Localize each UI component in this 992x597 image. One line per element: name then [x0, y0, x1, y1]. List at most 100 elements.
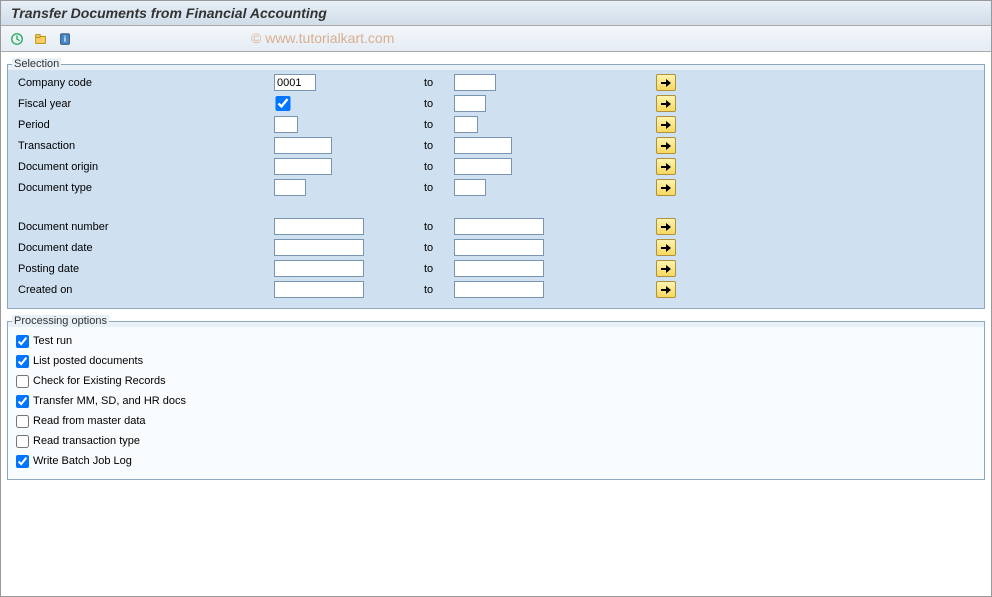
selection-to-input[interactable]: [454, 239, 544, 256]
to-label: to: [424, 119, 454, 131]
titlebar: Transfer Documents from Financial Accoun…: [1, 1, 991, 26]
selection-from-input[interactable]: [274, 281, 364, 298]
to-label: to: [424, 182, 454, 194]
multiple-selection-button[interactable]: [656, 260, 676, 277]
to-label: to: [424, 284, 454, 296]
selection-row: Fiscal yearto: [14, 93, 978, 114]
processing-group: Processing options Test run List posted d…: [7, 315, 985, 480]
info-icon: i: [58, 32, 72, 46]
watermark: © www.tutorialkart.com: [251, 30, 394, 46]
selection-legend: Selection: [12, 58, 61, 70]
to-label: to: [424, 77, 454, 89]
selection-row: Document originto: [14, 156, 978, 177]
page-title: Transfer Documents from Financial Accoun…: [11, 5, 981, 21]
selection-row: Created on to: [14, 279, 978, 300]
arrow-right-icon: [661, 244, 671, 252]
selection-to-input[interactable]: [454, 137, 512, 154]
selection-from-checkbox[interactable]: [274, 96, 292, 111]
selection-to-input[interactable]: [454, 281, 544, 298]
app-window: Transfer Documents from Financial Accoun…: [0, 0, 992, 597]
to-label: to: [424, 161, 454, 173]
multiple-selection-button[interactable]: [656, 74, 676, 91]
arrow-right-icon: [661, 163, 671, 171]
option-row: Transfer MM, SD, and HR docs: [16, 391, 976, 411]
selection-body: Company codetoFiscal yeartoPeriodtoTrans…: [8, 70, 984, 308]
option-checkbox[interactable]: [16, 355, 29, 368]
selection-group: Selection Company codetoFiscal yeartoPer…: [7, 58, 985, 309]
multiple-selection-button[interactable]: [656, 137, 676, 154]
selection-to-input[interactable]: [454, 179, 486, 196]
option-checkbox[interactable]: [16, 395, 29, 408]
selection-label: Period: [14, 119, 274, 131]
selection-from-input[interactable]: [274, 158, 332, 175]
option-checkbox[interactable]: [16, 375, 29, 388]
selection-row: Transaction to: [14, 135, 978, 156]
selection-row: Company code to: [14, 72, 978, 93]
selection-label: Transaction: [14, 140, 274, 152]
option-label: Write Batch Job Log: [33, 455, 132, 467]
info-button[interactable]: i: [55, 30, 75, 48]
arrow-right-icon: [661, 100, 671, 108]
option-label: Transfer MM, SD, and HR docs: [33, 395, 186, 407]
arrow-right-icon: [661, 286, 671, 294]
option-checkbox[interactable]: [16, 415, 29, 428]
option-checkbox[interactable]: [16, 455, 29, 468]
to-label: to: [424, 221, 454, 233]
selection-from-input[interactable]: [274, 74, 316, 91]
to-label: to: [424, 242, 454, 254]
multiple-selection-button[interactable]: [656, 116, 676, 133]
processing-legend: Processing options: [12, 315, 109, 327]
selection-row: Posting dateto: [14, 258, 978, 279]
selection-from-input[interactable]: [274, 137, 332, 154]
processing-body: Test run List posted documents Check for E…: [8, 327, 984, 479]
arrow-right-icon: [661, 223, 671, 231]
option-label: Test run: [33, 335, 72, 347]
selection-label: Fiscal year: [14, 98, 274, 110]
folder-variant-icon: [34, 32, 48, 46]
option-checkbox[interactable]: [16, 435, 29, 448]
to-label: to: [424, 140, 454, 152]
option-checkbox[interactable]: [16, 335, 29, 348]
option-row: List posted documents: [16, 351, 976, 371]
arrow-right-icon: [661, 265, 671, 273]
selection-to-input[interactable]: [454, 158, 512, 175]
selection-from-input[interactable]: [274, 116, 298, 133]
selection-label: Company code: [14, 77, 274, 89]
selection-from-input[interactable]: [274, 239, 364, 256]
arrow-right-icon: [661, 142, 671, 150]
option-label: Read transaction type: [33, 435, 140, 447]
execute-button[interactable]: [7, 30, 27, 48]
option-row: Read from master data: [16, 411, 976, 431]
option-row: Write Batch Job Log: [16, 451, 976, 471]
option-row: Read transaction type: [16, 431, 976, 451]
multiple-selection-button[interactable]: [656, 95, 676, 112]
arrow-right-icon: [661, 79, 671, 87]
selection-to-input[interactable]: [454, 74, 496, 91]
multiple-selection-button[interactable]: [656, 281, 676, 298]
multiple-selection-button[interactable]: [656, 239, 676, 256]
selection-row: Period to: [14, 114, 978, 135]
get-variant-button[interactable]: [31, 30, 51, 48]
selection-row: Document date to: [14, 237, 978, 258]
selection-from-input[interactable]: [274, 218, 364, 235]
selection-label: Created on: [14, 284, 274, 296]
selection-row: Document type to: [14, 177, 978, 198]
selection-label: Document date: [14, 242, 274, 254]
selection-label: Document type: [14, 182, 274, 194]
content-area: Selection Company codetoFiscal yeartoPer…: [1, 52, 991, 492]
selection-to-input[interactable]: [454, 116, 478, 133]
arrow-right-icon: [661, 121, 671, 129]
multiple-selection-button[interactable]: [656, 179, 676, 196]
selection-to-input[interactable]: [454, 218, 544, 235]
selection-from-input[interactable]: [274, 260, 364, 277]
selection-from-input[interactable]: [274, 179, 306, 196]
option-label: Read from master data: [33, 415, 146, 427]
option-label: Check for Existing Records: [33, 375, 166, 387]
multiple-selection-button[interactable]: [656, 158, 676, 175]
selection-to-input[interactable]: [454, 95, 486, 112]
selection-to-input[interactable]: [454, 260, 544, 277]
selection-label: Posting date: [14, 263, 274, 275]
option-row: Test run: [16, 331, 976, 351]
option-row: Check for Existing Records: [16, 371, 976, 391]
multiple-selection-button[interactable]: [656, 218, 676, 235]
